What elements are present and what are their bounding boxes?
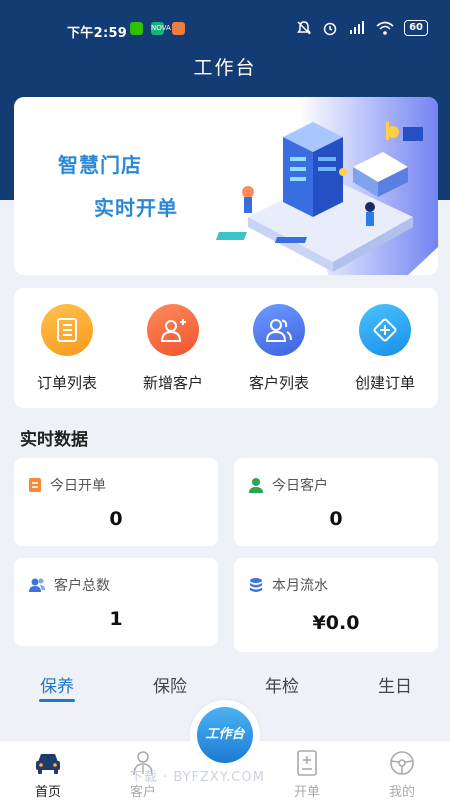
nav-billing[interactable]: 开单 [272, 749, 342, 800]
add-user-icon [147, 304, 199, 356]
stat-value: 0 [109, 508, 123, 530]
document-icon [29, 478, 41, 492]
stat-card-monthly-revenue[interactable]: 本月流水 ¥0.0 [234, 558, 438, 652]
quick-label: 客户列表 [248, 374, 309, 392]
promo-banner[interactable]: 智慧门店 实时开单 [14, 97, 438, 275]
stat-label: 今日客户 [272, 478, 328, 494]
stat-value: 0 [329, 508, 343, 530]
quick-label: 订单列表 [36, 374, 97, 392]
nav-home[interactable]: 首页 [13, 749, 83, 800]
stat-label: 今日开单 [50, 478, 106, 494]
stat-card-today-customers[interactable]: 今日客户 0 [234, 458, 438, 546]
stat-card-today-orders[interactable]: 今日开单 0 [14, 458, 218, 546]
active-tab-indicator [39, 699, 75, 702]
realtime-section-title: 实时数据 [20, 430, 88, 450]
users-icon [253, 304, 305, 356]
orange-app-icon [172, 22, 185, 35]
car-icon [36, 754, 60, 774]
stat-label: 客户总数 [54, 578, 110, 594]
signal-icon [350, 21, 365, 34]
stat-value: ¥0.0 [312, 612, 360, 634]
banner-line-2: 实时开单 [94, 196, 178, 220]
nav-label: 开单 [293, 785, 320, 800]
stat-card-total-customers[interactable]: 客户总数 1 [14, 558, 218, 646]
mute-icon [297, 21, 312, 35]
quick-label: 创建订单 [354, 374, 415, 392]
quick-add-customer[interactable]: 新增客户 [120, 304, 226, 393]
status-time: 下午2:59 [67, 26, 128, 41]
watermark: 下载 · BYFZXY.COM [130, 770, 265, 785]
coins-icon [250, 578, 262, 592]
create-order-icon [359, 304, 411, 356]
quick-actions-panel: 订单列表 新增客户 客户列表 创建订单 [14, 288, 438, 408]
page-title: 工作台 [193, 57, 257, 79]
nav-profile[interactable]: 我的 [367, 749, 437, 800]
quick-order-list[interactable]: 订单列表 [14, 304, 120, 393]
tab-birthday[interactable]: 生日 [345, 672, 445, 697]
status-bar: 下午2:59 NOVA 60 [0, 0, 450, 60]
stat-label: 本月流水 [272, 578, 328, 594]
nav-label: 首页 [34, 785, 61, 800]
quick-customer-list[interactable]: 客户列表 [226, 304, 332, 393]
status-indicators: 60 [296, 20, 428, 36]
tab-maintenance[interactable]: 保养 [7, 672, 107, 697]
people-icon [29, 578, 45, 592]
billing-icon [297, 750, 317, 776]
wifi-icon [376, 21, 394, 35]
battery-indicator: 60 [404, 20, 428, 36]
quick-label: 新增客户 [142, 374, 203, 392]
smart-store-illustration [215, 97, 438, 275]
tab-annual-inspection[interactable]: 年检 [232, 672, 332, 697]
banner-line-1: 智慧门店 [58, 153, 142, 177]
workbench-button-label: 工作台 [197, 707, 253, 763]
steering-wheel-icon [390, 751, 414, 775]
person-icon [249, 478, 263, 493]
quick-create-order[interactable]: 创建订单 [332, 304, 438, 393]
alarm-icon [323, 22, 337, 36]
tab-insurance[interactable]: 保险 [120, 672, 220, 697]
order-list-icon [41, 304, 93, 356]
status-app-icons: NOVA [130, 22, 185, 35]
wechat-icon [130, 22, 143, 35]
nav-label: 我的 [388, 785, 415, 800]
workbench-button[interactable]: 工作台 [190, 700, 260, 770]
stat-value: 1 [109, 608, 123, 630]
app-badge-icon: NOVA [151, 22, 171, 35]
